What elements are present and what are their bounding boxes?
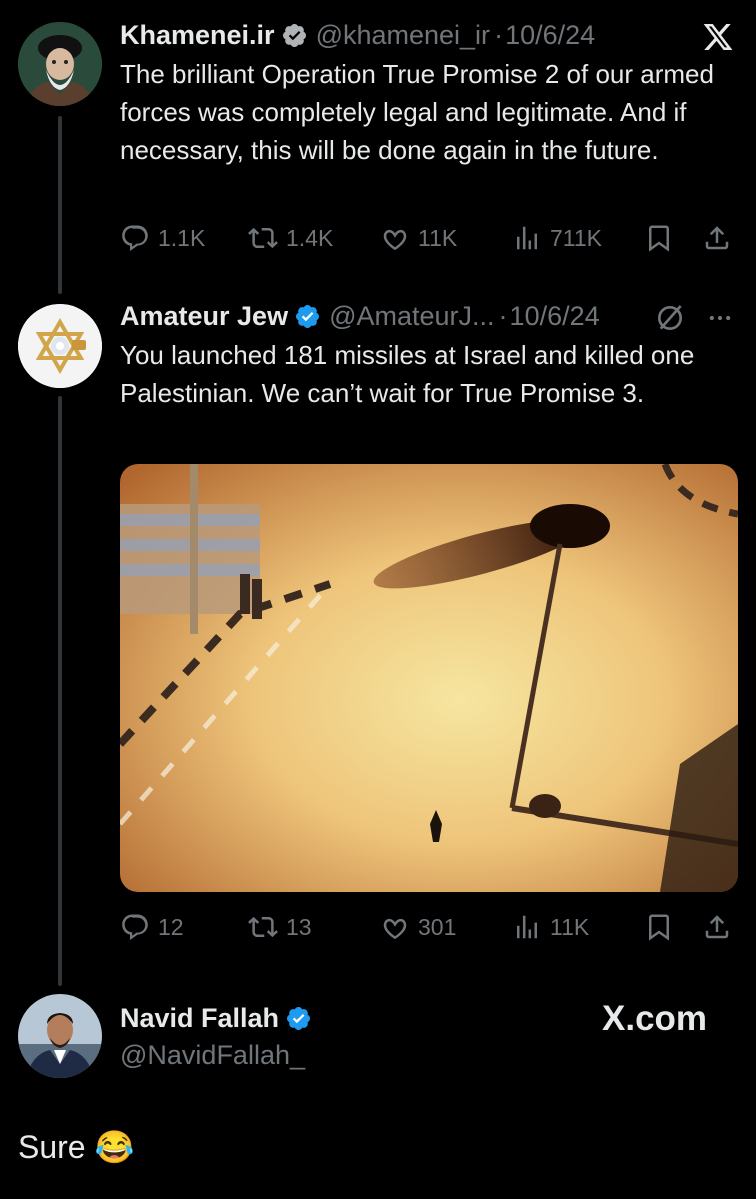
separator-dot: · — [494, 20, 504, 50]
reply-icon — [122, 914, 148, 940]
verified-badge-icon — [287, 1006, 311, 1030]
reply-author-name[interactable]: Navid Fallah — [120, 1001, 279, 1035]
reply-button[interactable]: 1.1K — [120, 220, 205, 256]
separator-dot: · — [498, 301, 508, 331]
thread-line — [58, 396, 62, 986]
more-icon[interactable] — [704, 304, 736, 332]
reply-button[interactable]: 12 — [120, 909, 184, 945]
tweet1-author-name[interactable]: Khamenei.ir — [120, 18, 275, 52]
reply-header: Navid Fallah — [120, 1001, 312, 1035]
grok-icon[interactable] — [654, 302, 686, 334]
tweet1-text: The brilliant Operation True Promise 2 o… — [120, 59, 714, 165]
repost-icon — [248, 916, 278, 938]
verified-badge-icon — [296, 304, 320, 328]
tweet2-video-thumbnail[interactable] — [120, 464, 738, 892]
repost-count: 1.4K — [286, 224, 334, 251]
views-button[interactable]: 11K — [512, 909, 589, 945]
views-count: 11K — [550, 913, 590, 940]
share-icon — [705, 915, 729, 939]
verified-badge-icon — [282, 23, 306, 47]
x-logo-icon[interactable] — [702, 21, 734, 53]
reply-count: 1.1K — [158, 224, 206, 251]
like-count: 11K — [418, 224, 458, 251]
tweet2-actions: 12 13 301 11K — [120, 909, 736, 945]
xcom-watermark-text: X.com — [602, 999, 708, 1038]
repost-icon — [248, 227, 278, 249]
reply-handle[interactable]: @NavidFallah_ — [120, 1038, 305, 1072]
bookmark-button[interactable] — [644, 220, 674, 256]
like-button[interactable]: 301 — [380, 909, 456, 945]
tweet2-text: You launched 181 missiles at Israel and … — [120, 340, 695, 408]
repost-count: 13 — [286, 913, 312, 940]
reply-count: 12 — [158, 913, 184, 940]
share-button[interactable] — [702, 909, 732, 945]
xcom-watermark: X.com — [602, 999, 707, 1039]
tweet2-handle[interactable]: @AmateurJ... — [329, 299, 494, 333]
like-count: 301 — [418, 913, 457, 940]
reply-text: Sure 😂 — [18, 1129, 135, 1165]
tweet2-header: Amateur Jew @AmateurJ... · 10/6/24 — [120, 299, 600, 333]
views-button[interactable]: 711K — [512, 220, 602, 256]
like-icon — [383, 918, 407, 940]
reply-icon — [122, 225, 148, 251]
tweet1-header: Khamenei.ir @khamenei_ir · 10/6/24 — [120, 18, 595, 52]
bookmark-button[interactable] — [644, 909, 674, 945]
avatar-amateur-jew[interactable] — [18, 304, 102, 388]
bookmark-icon — [649, 914, 669, 941]
tweet1-date[interactable]: 10/6/24 — [505, 18, 595, 52]
avatar-navid-fallah[interactable] — [18, 994, 102, 1078]
share-icon — [705, 226, 729, 250]
tweet2-date[interactable]: 10/6/24 — [510, 299, 600, 333]
like-button[interactable]: 11K — [380, 220, 457, 256]
thread-line — [58, 116, 62, 294]
tweet1-actions: 1.1K 1.4K 11K 711K — [120, 220, 736, 256]
repost-button[interactable]: 1.4K — [248, 220, 333, 256]
tweet1-handle[interactable]: @khamenei_ir — [316, 18, 491, 52]
views-icon — [517, 915, 537, 939]
like-icon — [383, 229, 407, 251]
avatar-khamenei[interactable] — [18, 22, 102, 106]
share-button[interactable] — [702, 220, 732, 256]
tweet2-author-name[interactable]: Amateur Jew — [120, 299, 288, 333]
views-count: 711K — [550, 224, 603, 251]
views-icon — [517, 226, 537, 250]
bookmark-icon — [649, 225, 669, 252]
repost-button[interactable]: 13 — [248, 909, 312, 945]
